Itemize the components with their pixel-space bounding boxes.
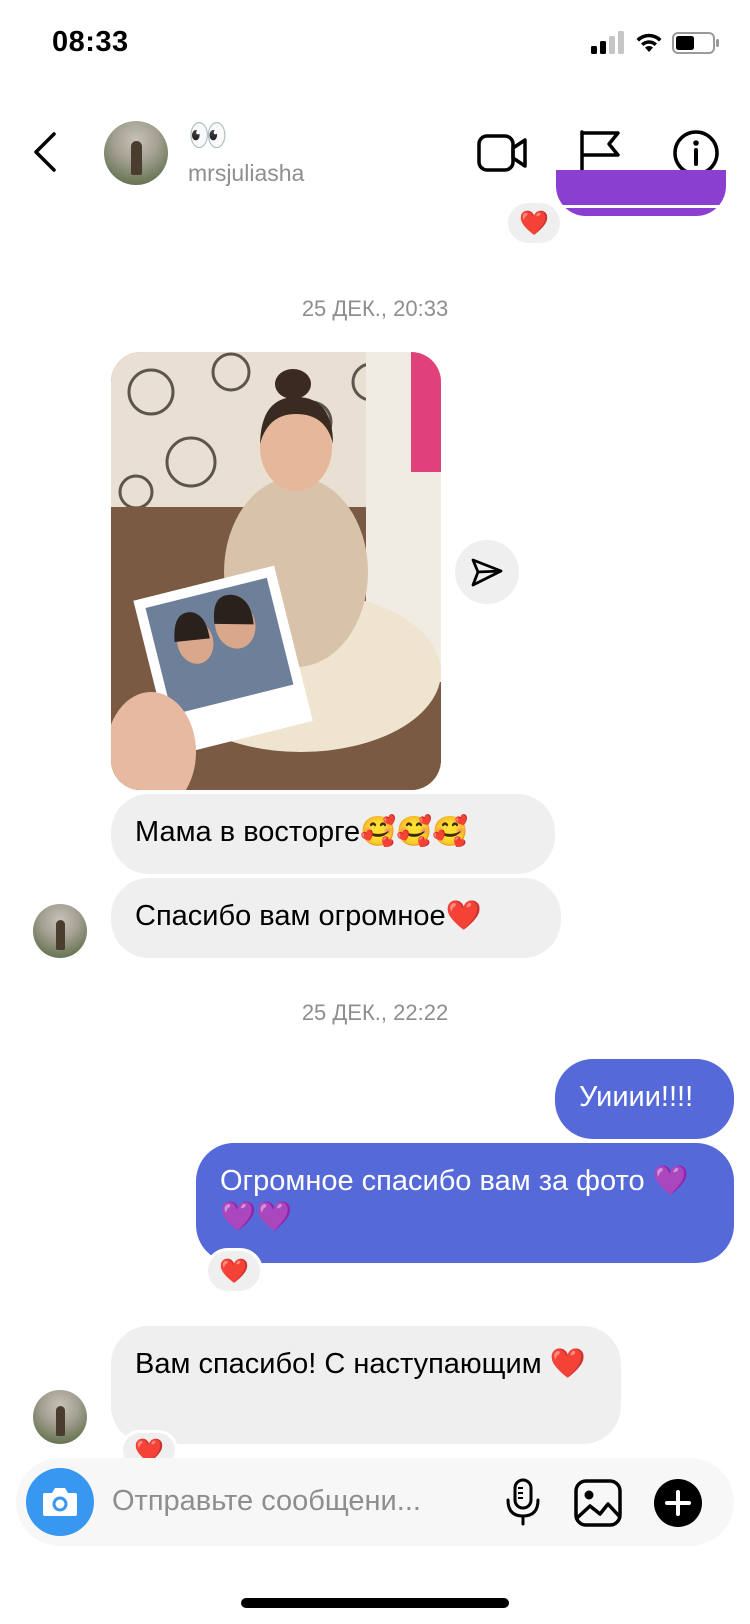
back-icon[interactable]: [30, 130, 60, 174]
battery-icon: [672, 32, 719, 54]
username[interactable]: mrsjuliasha: [188, 160, 304, 187]
sender-avatar[interactable]: [33, 904, 87, 958]
camera-button[interactable]: [26, 1468, 94, 1536]
video-call-icon[interactable]: [476, 127, 528, 179]
sender-avatar[interactable]: [33, 1390, 87, 1444]
message-text: Вам спасибо! С наступающим ❤️: [135, 1348, 586, 1380]
share-icon: [471, 558, 503, 587]
timestamp: 25 ДЕК., 20:33: [301, 296, 449, 321]
message-bubble-sent[interactable]: Огромное спасибо вам за фото 💜💜💜: [196, 1143, 734, 1263]
avatar[interactable]: [104, 121, 168, 185]
timestamp: 25 ДЕК., 22:22: [301, 1000, 449, 1025]
message-text: Огромное спасибо вам за фото 💜💜💜: [220, 1165, 689, 1233]
message-input[interactable]: Отправьте сообщени...: [112, 1485, 421, 1518]
plus-icon[interactable]: [653, 1478, 703, 1528]
microphone-icon[interactable]: [503, 1478, 543, 1528]
message-text: Уииии!!!!: [579, 1081, 694, 1113]
shared-photo[interactable]: [111, 352, 441, 790]
photo-image: [111, 352, 441, 790]
reaction-badge[interactable]: ❤️: [505, 200, 563, 246]
status-time: 08:33: [52, 26, 129, 58]
message-bubble-received[interactable]: Вам спасибо! С наступающим ❤️: [111, 1326, 621, 1444]
reaction-badge[interactable]: ❤️: [205, 1248, 263, 1294]
wifi-icon: [636, 33, 662, 52]
gallery-icon[interactable]: [573, 1478, 623, 1528]
message-text: Спасибо вам огромное❤️: [135, 900, 482, 932]
message-bubble-received[interactable]: Спасибо вам огромное❤️: [111, 878, 561, 958]
message-text: Мама в восторге🥰🥰🥰: [135, 816, 469, 848]
share-button[interactable]: [455, 540, 519, 604]
display-name[interactable]: 👀: [188, 118, 228, 152]
message-bubble-received[interactable]: Мама в восторге🥰🥰🥰: [111, 794, 555, 874]
cellular-signal-icon: [591, 31, 624, 54]
message-bubble-sent[interactable]: Уииии!!!!: [555, 1059, 734, 1139]
message-bubble-sent-partial[interactable]: [556, 170, 726, 216]
home-indicator[interactable]: [241, 1598, 509, 1608]
camera-icon: [43, 1488, 77, 1516]
